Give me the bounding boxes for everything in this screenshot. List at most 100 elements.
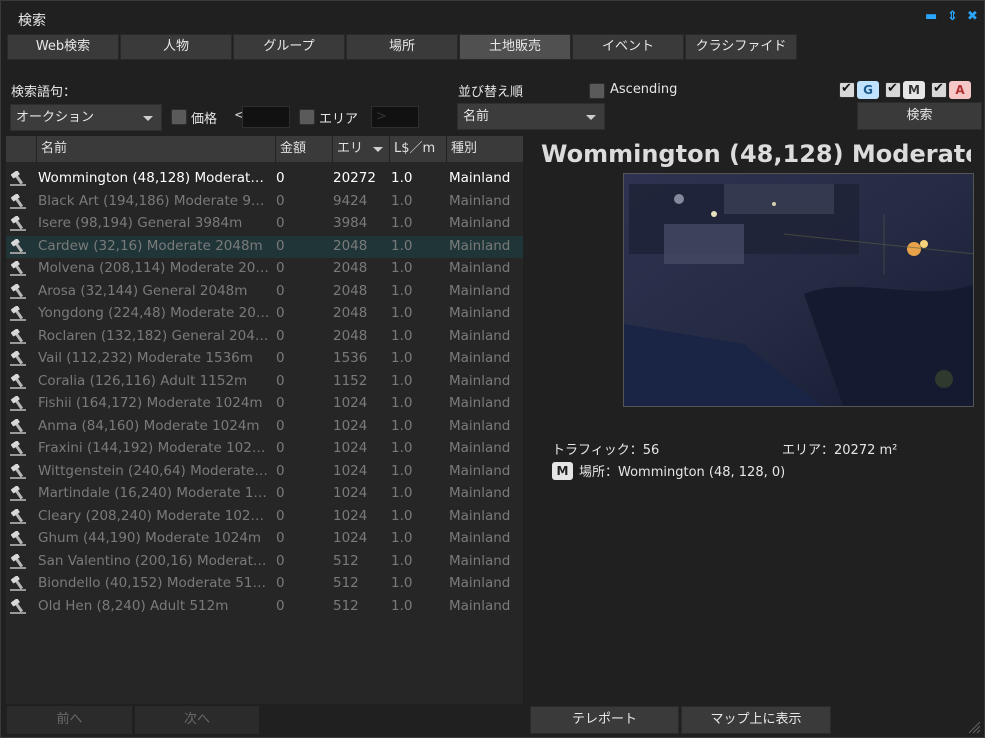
auction-gavel-icon [9, 418, 29, 436]
tab-places[interactable]: 場所 [346, 34, 458, 60]
column-header-name[interactable]: 名前 [37, 136, 276, 162]
tab-web-search[interactable]: Web検索 [7, 34, 119, 60]
teleport-button[interactable]: テレポート [530, 706, 679, 734]
column-header-icon[interactable] [6, 136, 37, 162]
maturity-m-checkbox[interactable] [885, 81, 901, 98]
row-area: 2048 [333, 260, 368, 276]
column-header-area[interactable]: エリ [333, 136, 390, 162]
row-type: Mainland [449, 282, 511, 299]
table-row[interactable]: Old Hen (8,240) Adult 512m 0 512 1.0 Mainlan… [6, 596, 523, 619]
maturity-m-badge: M [903, 81, 925, 99]
search-button[interactable]: 検索 [857, 102, 982, 130]
row-type: Mainland [449, 485, 511, 501]
maturity-g-badge: G [857, 81, 879, 99]
table-row[interactable]: Molvena (208,114) Moderate 2048m 0 2048 1.0… [6, 258, 523, 281]
title-bar[interactable]: 検索 ▬ ⇕ ✖ [1, 1, 985, 33]
column-header-price-per-meter[interactable]: L$／m [390, 136, 447, 162]
table-row[interactable]: Coralia (126,116) Adult 1152m 0 1152 1.0 Mai… [6, 371, 523, 394]
resize-handle-icon[interactable] [967, 720, 981, 734]
row-type: Mainland [449, 575, 511, 591]
table-row[interactable]: Vail (112,232) Moderate 1536m 0 1536 1.0 Mai… [6, 348, 523, 371]
row-price-per-meter: 1.0 [391, 350, 413, 366]
row-price-per-meter: 1.0 [391, 552, 413, 569]
auction-gavel-icon [9, 441, 29, 458]
parcel-title-text: Wommington (48,128) Moderate 20272m [541, 140, 971, 168]
tab-land-sales[interactable]: 土地販売 [459, 34, 571, 60]
row-price-per-meter: 1.0 [391, 215, 413, 231]
row-name: Wommington (48,128) Moderate 20272m [38, 170, 271, 186]
table-row[interactable]: Fraxini (144,192) Moderate 1024m 0 1024 1.0… [6, 438, 523, 461]
row-price: 0 [276, 575, 285, 591]
price-input[interactable] [242, 106, 290, 128]
search-terms-label: 検索語句： [11, 85, 77, 100]
auction-gavel-icon [9, 283, 29, 301]
row-area: 1024 [333, 485, 368, 501]
row-price-per-meter: 1.0 [391, 372, 413, 389]
table-row[interactable]: Biondello (40,152) Moderate 512m 0 512 1.0 M… [6, 573, 523, 596]
table-row[interactable]: Cleary (208,240) Moderate 1024m 0 1024 1.0 M… [6, 506, 523, 529]
table-row[interactable]: San Valentino (200,16) Moderate 512m 0 512… [6, 551, 523, 574]
table-row[interactable]: Isere (98,194) General 3984m 0 3984 1.0 Main… [6, 213, 523, 236]
tab-groups[interactable]: グループ [233, 34, 345, 60]
row-price: 0 [276, 260, 285, 276]
table-row[interactable]: Ghum (44,190) Moderate 1024m 0 1024 1.0 Main… [6, 528, 523, 551]
row-price-per-meter: 1.0 [391, 237, 413, 254]
row-type: Mainland [449, 350, 511, 366]
auction-gavel-icon [9, 508, 29, 526]
row-type: Mainland [449, 462, 511, 479]
area-checkbox[interactable] [299, 109, 315, 125]
row-price: 0 [276, 395, 285, 411]
area-input[interactable]: > [371, 106, 419, 128]
table-row[interactable]: Wittgenstein (240,64) Moderate 1024m 0 102… [6, 461, 523, 484]
maturity-g-checkbox[interactable] [839, 81, 855, 98]
row-price: 0 [276, 462, 285, 479]
table-row[interactable]: Martindale (16,240) Moderate 1024m 0 1024 1… [6, 483, 523, 506]
next-page-button[interactable]: 次へ [135, 706, 259, 734]
prev-page-button[interactable]: 前へ [7, 706, 132, 734]
tab-people[interactable]: 人物 [120, 34, 232, 60]
row-price: 0 [276, 215, 285, 231]
row-price: 0 [276, 237, 285, 254]
table-row[interactable]: Cardew (32,16) Moderate 2048m 0 2048 1.0 Mai… [6, 235, 523, 258]
minimize-icon[interactable]: ▬ [925, 9, 937, 25]
row-price: 0 [276, 440, 285, 456]
row-price-per-meter: 1.0 [391, 327, 413, 344]
area-label: エリア [319, 112, 359, 127]
parcel-traffic: トラフィック：56 [552, 443, 660, 458]
row-price: 0 [276, 305, 285, 321]
row-area: 2048 [333, 237, 368, 254]
price-checkbox[interactable] [171, 109, 187, 125]
maturity-a-checkbox[interactable] [931, 81, 947, 98]
row-price-per-meter: 1.0 [391, 170, 413, 186]
ascending-label: Ascending [610, 82, 678, 97]
table-row[interactable]: Anma (84,160) Moderate 1024m 0 1024 1.0 Main… [6, 416, 523, 439]
table-row[interactable]: Black Art (194,186) Moderate 9424m 0 9424 1… [6, 191, 523, 214]
tab-events[interactable]: イベント [572, 34, 684, 60]
row-price: 0 [276, 282, 285, 299]
auction-gavel-icon [9, 328, 29, 346]
show-on-map-button[interactable]: マップ上に表示 [681, 706, 831, 734]
parcel-location: 場所：Wommington (48, 128, 0) [579, 465, 786, 480]
category-dropdown[interactable]: オークション [10, 104, 162, 131]
row-name: Fishii (164,172) Moderate 1024m [38, 395, 263, 411]
row-name: Wittgenstein (240,64) Moderate 1024m [38, 462, 271, 479]
area-operator: > [376, 109, 387, 124]
row-area: 512 [333, 597, 359, 614]
table-row[interactable]: Arosa (32,144) General 2048m 0 2048 1.0 Main… [6, 281, 523, 304]
close-icon[interactable]: ✖ [967, 9, 978, 25]
results-list[interactable]: 名前 金額 エリ L$／m 種別 Wommington (48,128) Mod… [6, 136, 523, 704]
table-row[interactable]: Roclaren (132,182) General 2048m 0 2048 1.0… [6, 326, 523, 349]
row-name: Roclaren (132,182) General 2048m [38, 327, 271, 344]
table-row[interactable]: Yongdong (224,48) Moderate 2048m 0 2048 1.0… [6, 303, 523, 326]
tab-classifieds[interactable]: クラシファイド [685, 34, 797, 60]
row-price-per-meter: 1.0 [391, 507, 413, 524]
tear-off-icon[interactable]: ⇕ [947, 9, 958, 25]
table-row[interactable]: Fishii (164,172) Moderate 1024m 0 1024 1.0 M… [6, 393, 523, 416]
column-header-price[interactable]: 金額 [276, 136, 333, 162]
ascending-checkbox[interactable] [589, 83, 605, 99]
row-area: 1024 [333, 395, 368, 411]
sort-dropdown[interactable]: 名前 [457, 103, 605, 130]
column-header-type[interactable]: 種別 [447, 136, 523, 162]
table-row[interactable]: Wommington (48,128) Moderate 20272m 0 2027… [6, 168, 523, 191]
row-type: Mainland [449, 440, 511, 456]
